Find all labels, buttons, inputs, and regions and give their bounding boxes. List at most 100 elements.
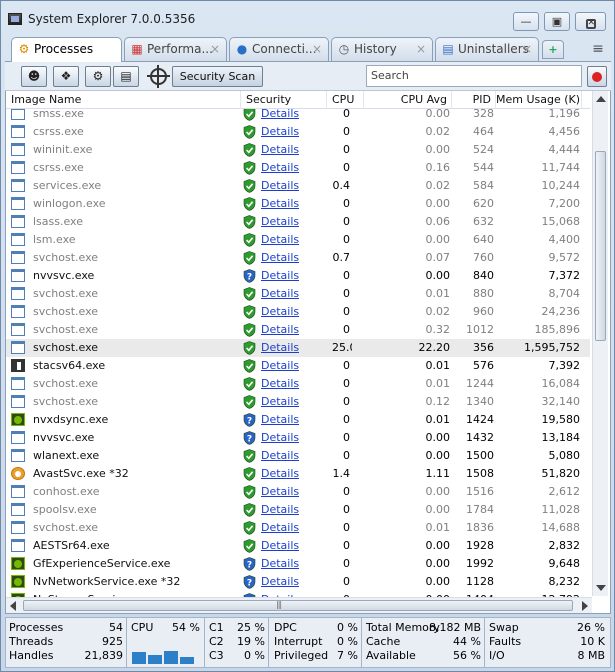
table-row[interactable]: lsass.exe Details 0 0.06 632 15,068 [6, 213, 590, 231]
details-link[interactable]: Details [261, 109, 299, 123]
details-link[interactable]: Details [261, 465, 299, 483]
shield-icon [243, 251, 256, 265]
details-link[interactable]: Details [261, 537, 299, 555]
col-cpu[interactable]: CPU [327, 91, 364, 109]
application-icon [11, 269, 25, 282]
security-scan-button[interactable]: Security Scan [172, 66, 263, 87]
details-link[interactable]: Details [261, 573, 299, 591]
shield-icon [243, 359, 256, 373]
table-row[interactable]: AvastSvc.exe *32 Details 1.4 1.11 1508 51,820 [6, 465, 590, 483]
col-cpu-avg[interactable]: CPU Avg [364, 91, 452, 109]
details-link[interactable]: Details [261, 159, 299, 177]
details-link[interactable]: Details [261, 555, 299, 573]
details-link[interactable]: Details [261, 447, 299, 465]
table-row[interactable]: wlanext.exe Details 0 0.00 1500 5,080 [6, 447, 590, 465]
table-row[interactable]: nvxdsync.exe? Details 0 0.01 1424 19,580 [6, 411, 590, 429]
details-link[interactable]: Details [261, 267, 299, 285]
col-security[interactable]: Security [241, 91, 327, 109]
table-row[interactable]: svchost.exe Details 0 0.32 1012 185,896 [6, 321, 590, 339]
scroll-thumb[interactable] [595, 151, 606, 341]
table-row[interactable]: csrss.exe Details 0 0.02 464 4,456 [6, 123, 590, 141]
table-row[interactable]: csrss.exe Details 0 0.16 544 11,744 [6, 159, 590, 177]
table-row[interactable]: nvvsvc.exe? Details 0 0.00 1432 13,184 [6, 429, 590, 447]
table-row[interactable]: AESTSr64.exe Details 0 0.00 1928 2,832 [6, 537, 590, 555]
col-image-name[interactable]: Image Name [6, 91, 241, 109]
tree-view-button[interactable]: ▤ [113, 66, 139, 87]
scroll-thumb[interactable] [23, 600, 573, 611]
nvidia-icon [11, 413, 25, 426]
details-link[interactable]: Details [261, 501, 299, 519]
table-row[interactable]: spoolsv.exe Details 0 0.00 1784 11,028 [6, 501, 590, 519]
tab-processes[interactable]: ⚙ Processes [11, 37, 122, 62]
tab-close-icon[interactable]: × [210, 38, 220, 60]
cpu-core-bar [148, 655, 162, 664]
table-row[interactable]: svchost.exe Details 0 0.01 880 8,704 [6, 285, 590, 303]
table-row[interactable]: conhost.exe Details 0 0.00 1516 2,612 [6, 483, 590, 501]
tab-close-icon[interactable]: × [312, 38, 322, 60]
details-link[interactable]: Details [261, 303, 299, 321]
col-pid[interactable]: PID [452, 91, 496, 109]
table-row[interactable]: svchost.exe Details 0.7 0.07 760 9,572 [6, 249, 590, 267]
maximize-button[interactable]: ▣ [544, 12, 570, 31]
details-link[interactable]: Details [261, 339, 299, 357]
table-row[interactable]: lsm.exe Details 0 0.00 640 4,400 [6, 231, 590, 249]
details-link[interactable]: Details [261, 285, 299, 303]
table-row[interactable]: wininit.exe Details 0 0.00 524 4,444 [6, 141, 590, 159]
col-mem[interactable]: Mem Usage (K) [496, 91, 582, 109]
users-button[interactable]: ☻ [21, 66, 47, 87]
table-row[interactable]: services.exe Details 0.4 0.02 584 10,244 [6, 177, 590, 195]
tab-close-icon[interactable]: × [522, 38, 532, 60]
table-row[interactable]: svchost.exe Details 0 0.02 960 24,236 [6, 303, 590, 321]
details-link[interactable]: Details [261, 195, 299, 213]
details-link[interactable]: Details [261, 231, 299, 249]
title-bar[interactable]: System Explorer 7.0.0.5356 — ▣ ✕ [1, 1, 614, 35]
horizontal-scrollbar[interactable]: ||| [6, 597, 592, 613]
globe-icon: ● [236, 42, 248, 56]
table-row[interactable]: svchost.exe Details 25.0 22.20 356 1,595,752 [6, 339, 590, 357]
menu-icon[interactable]: ≡ [590, 41, 606, 57]
details-link[interactable]: Details [261, 141, 299, 159]
tab-uninstallers[interactable]: ▤ Uninstallers × [435, 37, 539, 61]
minimize-button[interactable]: — [513, 12, 539, 31]
c2-label: C2 [209, 635, 224, 648]
tab-close-icon[interactable]: × [416, 38, 426, 60]
table-row[interactable]: smss.exe Details 0 0.00 328 1,196 [6, 109, 590, 123]
details-link[interactable]: Details [261, 411, 299, 429]
vertical-scrollbar[interactable] [592, 91, 608, 596]
services-button[interactable]: ⚙ [85, 66, 111, 87]
scroll-right-icon[interactable] [582, 601, 588, 611]
cpu-avg-value: 0.00 [425, 431, 451, 444]
details-link[interactable]: Details [261, 321, 299, 339]
scroll-up-icon[interactable] [596, 96, 606, 102]
table-row[interactable]: NvNetworkService.exe *32? Details 0 0.00 112… [6, 573, 590, 591]
table-row[interactable]: GfExperienceService.exe? Details 0 0.00 1992… [6, 555, 590, 573]
new-tab-button[interactable]: + [542, 40, 564, 59]
details-link[interactable]: Details [261, 213, 299, 231]
table-row[interactable]: svchost.exe Details 0 0.01 1836 14,688 [6, 519, 590, 537]
table-row[interactable]: stacsv64.exe Details 0 0.01 576 7,392 [6, 357, 590, 375]
details-link[interactable]: Details [261, 483, 299, 501]
scroll-left-icon[interactable] [10, 601, 16, 611]
close-button[interactable]: ✕ [575, 12, 606, 31]
table-row[interactable]: nvvsvc.exe? Details 0 0.00 840 7,372 [6, 267, 590, 285]
details-link[interactable]: Details [261, 393, 299, 411]
tab-history[interactable]: ◷ History × [331, 37, 433, 61]
search-input[interactable]: Search [366, 65, 582, 87]
tab-performance[interactable]: ▦ Performa... × [124, 37, 227, 61]
details-link[interactable]: Details [261, 429, 299, 447]
threads-label: Threads [9, 635, 54, 648]
details-link[interactable]: Details [261, 123, 299, 141]
table-row[interactable]: svchost.exe Details 0 0.01 1244 16,084 [6, 375, 590, 393]
search-options-icon[interactable] [587, 66, 607, 87]
details-link[interactable]: Details [261, 519, 299, 537]
details-link[interactable]: Details [261, 177, 299, 195]
table-row[interactable]: svchost.exe Details 0 0.12 1340 32,140 [6, 393, 590, 411]
crosshair-icon[interactable] [147, 65, 170, 88]
windows-button[interactable]: ❖ [53, 66, 79, 87]
table-row[interactable]: winlogon.exe Details 0 0.00 620 7,200 [6, 195, 590, 213]
details-link[interactable]: Details [261, 357, 299, 375]
scroll-down-icon[interactable] [596, 585, 606, 591]
details-link[interactable]: Details [261, 375, 299, 393]
tab-connections[interactable]: ● Connecti... × [229, 37, 329, 61]
details-link[interactable]: Details [261, 249, 299, 267]
